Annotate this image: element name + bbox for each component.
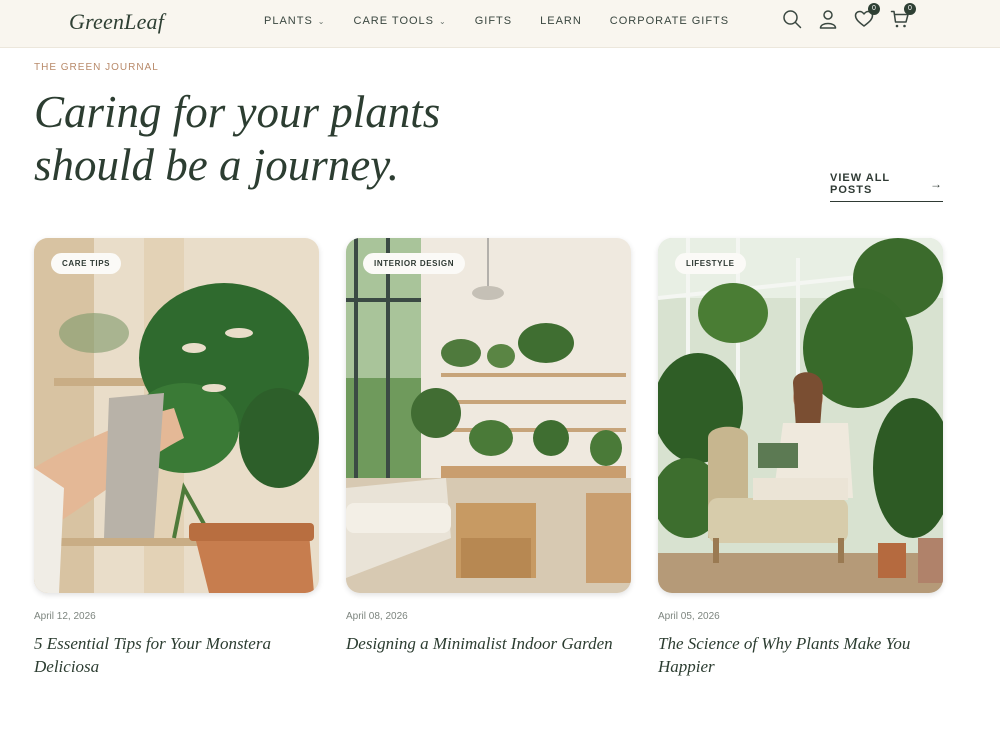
view-all-label: VIEW ALL POSTS bbox=[830, 172, 890, 196]
nav-item-plants[interactable]: PLANTS ⌄ bbox=[264, 15, 326, 27]
view-all-posts-link[interactable]: VIEW ALL POSTS → bbox=[830, 172, 943, 202]
section-eyebrow: THE GREEN JOURNAL bbox=[34, 62, 159, 73]
nav-item-corporate-gifts[interactable]: CORPORATE GIFTS bbox=[610, 15, 729, 27]
card-image[interactable]: INTERIOR DESIGN bbox=[346, 238, 631, 593]
monstera-photo bbox=[34, 238, 319, 593]
cart-button[interactable]: 0 bbox=[890, 3, 916, 31]
search-button[interactable] bbox=[782, 9, 802, 31]
nav-item-care-tools[interactable]: CARE TOOLS ⌄ bbox=[354, 15, 447, 27]
post-title[interactable]: The Science of Why Plants Make You Happi… bbox=[658, 632, 928, 678]
category-tag[interactable]: INTERIOR DESIGN bbox=[363, 253, 466, 274]
blog-card-2[interactable]: INTERIOR DESIGN April 08, 2026 Designing… bbox=[346, 238, 631, 655]
blog-card-1[interactable]: CARE TIPS April 12, 2026 5 Essential Tip… bbox=[34, 238, 319, 678]
interior-photo bbox=[346, 238, 631, 593]
blog-card-3[interactable]: LIFESTYLE April 05, 2026 The Science of … bbox=[658, 238, 943, 678]
wishlist-count-badge: 0 bbox=[868, 3, 880, 15]
chevron-down-icon: ⌄ bbox=[439, 16, 447, 26]
post-date: April 12, 2026 bbox=[34, 611, 96, 622]
nav-item-label: GIFTS bbox=[474, 15, 513, 27]
header-icons: 0 0 bbox=[782, 3, 926, 31]
account-button[interactable] bbox=[818, 9, 838, 31]
post-title[interactable]: Designing a Minimalist Indoor Garden bbox=[346, 632, 616, 655]
headline-line-1: Caring for your plants bbox=[34, 87, 441, 137]
wishlist-button[interactable]: 0 bbox=[854, 3, 880, 31]
nav-item-learn[interactable]: LEARN bbox=[540, 15, 582, 27]
greenhouse-photo bbox=[658, 238, 943, 593]
headline-line-2: should be a journey. bbox=[34, 140, 399, 190]
card-image[interactable]: LIFESTYLE bbox=[658, 238, 943, 593]
nav-item-label: LEARN bbox=[540, 15, 582, 27]
nav-item-gifts[interactable]: GIFTS bbox=[475, 15, 512, 27]
post-date: April 05, 2026 bbox=[658, 611, 720, 622]
site-header: GreenLeaf PLANTS ⌄ CARE TOOLS ⌄ GIFTS LE… bbox=[0, 0, 1000, 48]
nav-item-label: CARE TOOLS bbox=[353, 15, 435, 27]
cart-count-badge: 0 bbox=[904, 3, 916, 15]
search-icon bbox=[783, 10, 802, 29]
nav-item-label: CORPORATE GIFTS bbox=[609, 15, 730, 27]
card-image[interactable]: CARE TIPS bbox=[34, 238, 319, 593]
post-title[interactable]: 5 Essential Tips for Your Monstera Delic… bbox=[34, 632, 304, 678]
category-tag[interactable]: CARE TIPS bbox=[51, 253, 122, 274]
arrow-right-icon: → bbox=[930, 177, 943, 191]
post-date: April 08, 2026 bbox=[346, 611, 408, 622]
user-icon bbox=[819, 10, 837, 29]
chevron-down-icon: ⌄ bbox=[317, 16, 326, 26]
category-tag[interactable]: LIFESTYLE bbox=[675, 253, 746, 274]
logo[interactable]: GreenLeaf bbox=[69, 9, 164, 35]
page-title: Caring for your plants should be a journ… bbox=[34, 86, 554, 192]
nav-item-label: PLANTS bbox=[264, 15, 313, 27]
main-nav: PLANTS ⌄ CARE TOOLS ⌄ GIFTS LEARN CORPOR… bbox=[264, 15, 757, 27]
